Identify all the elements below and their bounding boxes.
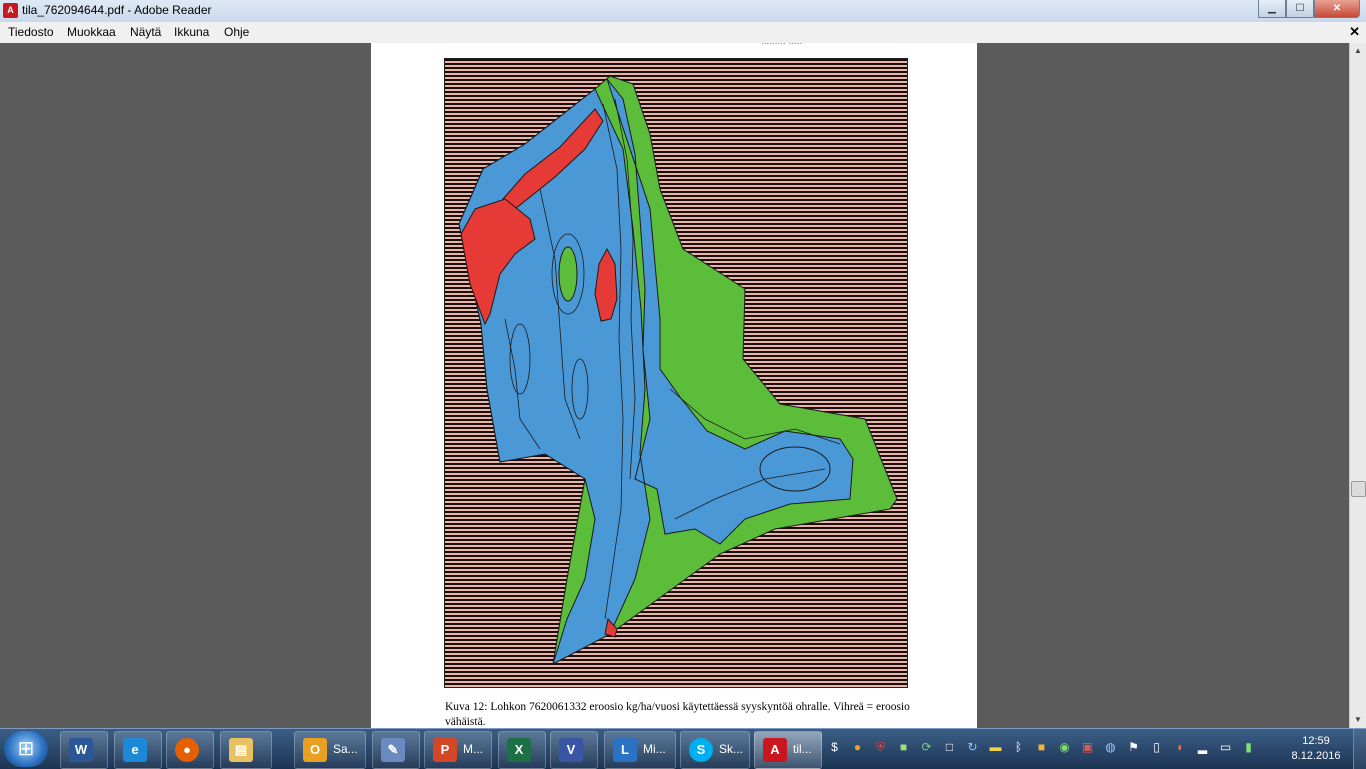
pdf-page: ......... ..... [371,43,977,728]
internet-explorer-icon: e [123,738,147,762]
signal-icon[interactable]: ▂ [1194,739,1211,756]
taskbar-clock[interactable]: 12:59 8.12.2016 [1290,734,1342,764]
taskbar: W e ● ▤ O Sa... ✎ P M... X V L Mi... S S… [0,728,1366,769]
minimize-button[interactable]: ▁ [1258,0,1286,18]
globe-icon[interactable]: ◉ [1056,739,1073,756]
taskbar-outlook-button[interactable]: O Sa... [294,731,366,769]
clock-date: 8.12.2016 [1291,750,1341,762]
powerpoint-icon: P [433,738,457,762]
adobe-reader-icon: A [763,738,787,762]
volume-icon[interactable]: ◖ [1171,739,1188,756]
taskbar-explorer-button[interactable]: ▤ [220,731,272,769]
clock-time: 12:59 [1302,735,1330,747]
system-tray: $ ● ⛨ ■ ⟳ □ ↻ ▬ ᛒ ■ ◉ ▣ ◍ ⚑ ▯ ◖ ▂ ▭ ▮ [826,739,1257,759]
skype-icon: S [689,738,713,762]
menu-bar: Tiedosto Muokkaa Näytä Ikkuna Ohje ✕ [0,22,1366,44]
orange-circle-icon[interactable]: ● [849,739,866,756]
taskbar-lync-label: Mi... [643,742,666,756]
paint-icon: ✎ [381,738,405,762]
taskbar-powerpoint-button[interactable]: P M... [424,731,492,769]
scrollbar-thumb[interactable] [1351,481,1366,497]
pdf-icon: A [3,3,18,18]
file-explorer-icon: ▤ [229,738,253,762]
sync-icon[interactable]: ⟳ [918,739,935,756]
taskbar-firefox-button[interactable]: ● [166,731,214,769]
taskbar-excel-button[interactable]: X [498,731,546,769]
scroll-up-arrow-icon[interactable]: ▲ [1350,43,1366,59]
picture-icon[interactable]: ▣ [1079,739,1096,756]
taskbar-outlook-label: Sa... [333,742,358,756]
excel-icon: X [507,738,531,762]
monitor-icon[interactable]: ▭ [1217,739,1234,756]
erosion-map-figure [444,58,908,688]
folder-icon[interactable]: ▬ [987,739,1004,756]
field-medium-erosion-island [759,446,831,492]
taskbar-adobe-reader-label: til... [793,742,812,756]
refresh-icon[interactable]: ↻ [964,739,981,756]
flag-icon[interactable]: ⚑ [1125,739,1142,756]
battery-icon[interactable]: ▮ [1240,739,1257,756]
window-controls: ▁ ☐ ✕ [1258,0,1360,18]
network-icon[interactable]: ◍ [1102,739,1119,756]
document-viewer[interactable]: ......... ..... [0,43,1350,728]
window-titlebar: A tila_762094644.pdf - Adobe Reader ▁ ☐ … [0,0,1366,23]
taskbar-word-button[interactable]: W [60,731,108,769]
shield-icon[interactable]: ⛨ [872,739,889,756]
menu-muokkaa[interactable]: Muokkaa [67,25,116,39]
erosion-map-svg [458,75,898,666]
taskbar-paint-button[interactable]: ✎ [372,731,420,769]
menu-nayta[interactable]: Näytä [130,25,161,39]
vertical-scrollbar[interactable]: ▲ ▼ [1349,43,1366,728]
taskbar-lync-button[interactable]: L Mi... [604,731,676,769]
visio-icon: V [559,738,583,762]
page-top-fragment: ......... ..... [761,43,802,47]
figure-caption: Kuva 12: Lohkon 7620061332 eroosio kg/ha… [445,701,910,728]
lync-icon: L [613,738,637,762]
document-close-button[interactable]: ✕ [1349,24,1360,40]
taskbar-skype-label: Sk... [719,742,744,756]
show-desktop-button[interactable] [1353,729,1366,769]
dollar-icon[interactable]: $ [826,739,843,756]
scroll-down-arrow-icon[interactable]: ▼ [1350,712,1366,728]
note-icon[interactable]: ■ [895,739,912,756]
outlook-icon: O [303,738,327,762]
taskbar-adobe-reader-button[interactable]: A til... [754,731,822,769]
square-icon[interactable]: □ [941,739,958,756]
taskbar-visio-button[interactable]: V [550,731,598,769]
taskbar-skype-button[interactable]: S Sk... [680,731,750,769]
field-low-erosion-island [558,246,578,302]
taskbar-powerpoint-label: M... [463,742,483,756]
menu-ohje[interactable]: Ohje [224,25,249,39]
menu-tiedosto[interactable]: Tiedosto [8,25,54,39]
bluetooth-icon[interactable]: ᛒ [1010,739,1027,756]
taskbar-ie-button[interactable]: e [114,731,162,769]
start-button[interactable] [4,731,48,767]
clipboard-icon[interactable]: ▯ [1148,739,1165,756]
maximize-button[interactable]: ☐ [1286,0,1314,18]
word-icon: W [69,738,93,762]
menu-ikkuna[interactable]: Ikkuna [174,25,209,39]
app-icon[interactable]: ■ [1033,739,1050,756]
close-button[interactable]: ✕ [1314,0,1360,18]
window-title: tila_762094644.pdf - Adobe Reader [22,3,212,17]
firefox-icon: ● [175,738,199,762]
